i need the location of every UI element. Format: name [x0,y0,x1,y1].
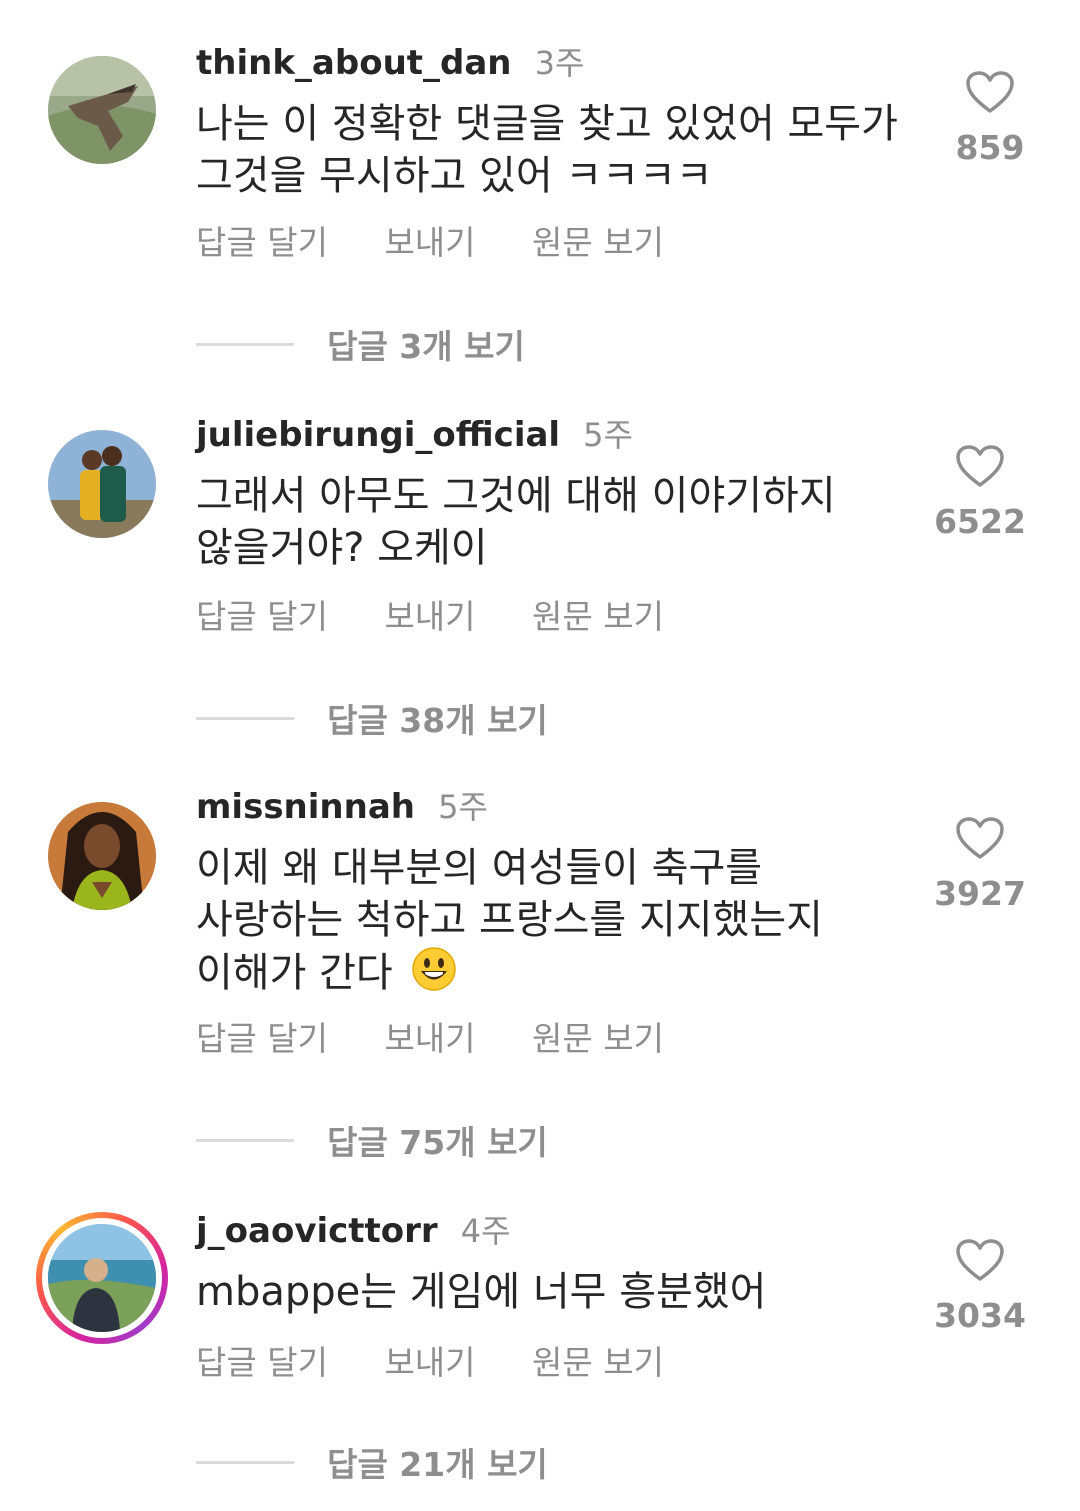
avatar[interactable] [48,802,156,910]
view-replies-label[interactable]: 답글 38개 보기 [327,701,548,740]
see-translation-button[interactable]: 원문 보기 [532,223,664,262]
username[interactable]: missninnah [196,787,415,827]
comment-text: 그래서 아무도 그것에 대해 이야기하지 않을거야? 오케이 [196,470,916,574]
comment-actions: 답글 달기 보내기 원문 보기 [196,1012,710,1060]
like-count: 3927 [934,874,1026,913]
avatar[interactable] [48,430,156,538]
replies-divider [196,1460,294,1464]
comment-header: juliebirungi_official 5주 [196,410,633,456]
username[interactable]: think_about_dan [196,43,512,83]
replies-divider [196,1138,294,1142]
story-ring-avatar[interactable] [36,1212,168,1344]
comment-header: j_oaovicttorr 4주 [196,1206,511,1252]
send-button[interactable]: 보내기 [384,1019,475,1058]
like-column: 3034 [920,1238,1040,1335]
comment-actions: 답글 달기 보내기 원문 보기 [196,590,710,638]
comment-text-line: 나는 이 정확한 댓글을 찾고 있었어 모두가 [196,101,898,147]
comment-time: 4주 [460,1212,511,1250]
like-count: 859 [955,128,1025,167]
like-column: 6522 [920,444,1040,541]
comment-text-line: 않을거야? 오케이 [196,525,488,571]
view-replies[interactable]: 답글 3개 보기 [196,320,525,366]
reply-button[interactable]: 답글 달기 [196,1019,328,1058]
comment-header: think_about_dan 3주 [196,38,584,84]
comment-text-line: mbappe는 게임에 너무 흥분했어 [196,1269,767,1315]
comment-text-line: 사랑하는 척하고 프랑스를 지지했는지 [196,897,823,943]
heart-outline-icon[interactable] [955,444,1005,488]
comment-text: 나는 이 정확한 댓글을 찾고 있었어 모두가 그것을 무시하고 있어 ㅋㅋㅋㅋ [196,98,916,202]
view-replies[interactable]: 답글 38개 보기 [196,694,548,740]
see-translation-button[interactable]: 원문 보기 [532,1343,664,1382]
username[interactable]: j_oaovicttorr [196,1211,438,1251]
reply-button[interactable]: 답글 달기 [196,1343,328,1382]
comment-time: 5주 [583,416,633,454]
replies-divider [196,342,294,346]
view-replies-label[interactable]: 답글 3개 보기 [327,327,525,366]
view-replies[interactable]: 답글 75개 보기 [196,1116,548,1162]
reply-button[interactable]: 답글 달기 [196,597,328,636]
comment-text-line: 이제 왜 대부분의 여성들이 축구를 [196,845,763,891]
comment-time: 3주 [534,44,585,82]
heart-outline-icon[interactable] [955,816,1005,860]
comment-text-line: 그래서 아무도 그것에 대해 이야기하지 [196,473,836,519]
heart-outline-icon[interactable] [955,1238,1005,1282]
like-column: 859 [930,70,1050,167]
heart-outline-icon[interactable] [965,70,1015,114]
username[interactable]: juliebirungi_official [196,415,560,455]
send-button[interactable]: 보내기 [384,1343,475,1382]
like-column: 3927 [920,816,1040,913]
send-button[interactable]: 보내기 [384,223,475,262]
comment-text-line: 이해가 간다 [196,946,916,999]
comment-actions: 답글 달기 보내기 원문 보기 [196,216,710,264]
view-replies-label[interactable]: 답글 21개 보기 [327,1445,548,1484]
view-replies[interactable]: 답글 21개 보기 [196,1438,548,1484]
like-count: 6522 [934,502,1026,541]
comment-time: 5주 [438,788,488,826]
comment-header: missninnah 5주 [196,782,488,828]
comment-text: 이제 왜 대부분의 여성들이 축구를 사랑하는 척하고 프랑스를 지지했는지 이… [196,842,916,999]
comment-text: mbappe는 게임에 너무 흥분했어 [196,1266,916,1318]
send-button[interactable]: 보내기 [384,597,475,636]
like-count: 3034 [934,1296,1026,1335]
comment-actions: 답글 달기 보내기 원문 보기 [196,1336,710,1384]
comment-text-segment: 이해가 간다 [196,950,393,996]
avatar[interactable] [48,56,156,164]
view-replies-label[interactable]: 답글 75개 보기 [327,1123,548,1162]
comment-text-line: 그것을 무시하고 있어 ㅋㅋㅋㅋ [196,153,713,199]
see-translation-button[interactable]: 원문 보기 [532,1019,664,1058]
reply-button[interactable]: 답글 달기 [196,223,328,262]
smiling-face-emoji-icon [412,947,457,991]
replies-divider [196,716,294,720]
see-translation-button[interactable]: 원문 보기 [532,597,664,636]
